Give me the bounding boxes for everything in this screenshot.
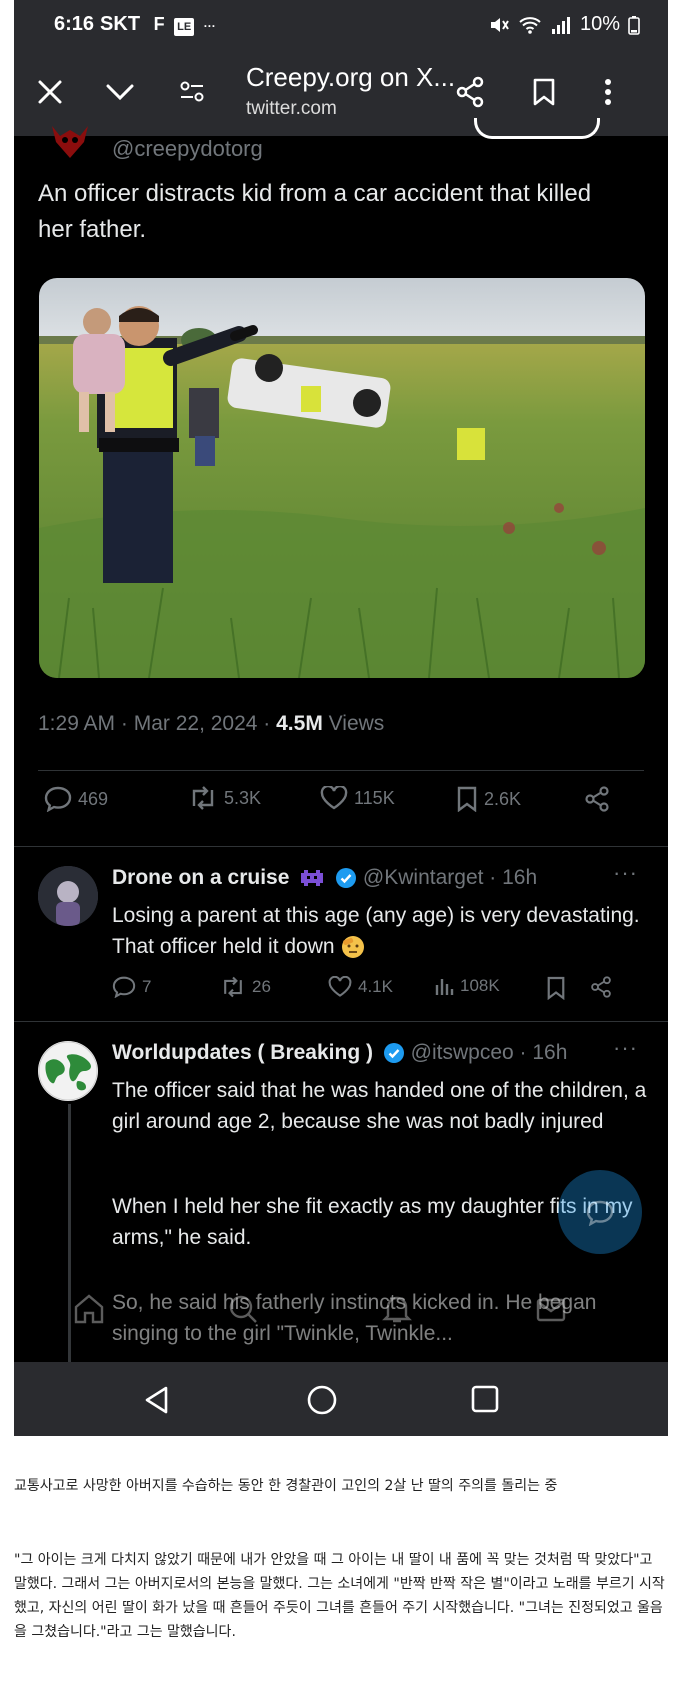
reply-reply-button[interactable]: 7 <box>112 976 151 998</box>
reply-tweet[interactable]: Drone on a cruise @Kwintarget · 16h ··· … <box>14 846 668 1021</box>
reply-retweet-button[interactable]: 26 <box>220 976 271 998</box>
reply-author-handle[interactable]: @itswpceo · 16h <box>411 1041 568 1064</box>
signal-icon <box>551 16 570 34</box>
collapse-button[interactable] <box>100 72 140 112</box>
caption-line-1: 교통사고로 사망한 아버지를 수습하는 동안 한 경찰관이 고인의 2살 난 딸… <box>14 1478 558 1494</box>
tweet-meta: 1:29 AM · Mar 22, 2024 · 4.5M Views <box>38 712 384 736</box>
recent-apps-icon[interactable] <box>470 1384 500 1414</box>
system-navigation-bar <box>14 1362 668 1436</box>
chevron-down-icon <box>106 84 134 101</box>
battery-icon <box>628 15 640 35</box>
more-menu-button[interactable] <box>588 72 628 112</box>
bookmark-icon <box>457 786 477 812</box>
status-carrier: SKT <box>100 13 141 35</box>
avatar[interactable] <box>38 1041 98 1101</box>
page-title[interactable]: Creepy.org on X... <box>246 62 455 93</box>
notifications-icon[interactable] <box>380 1292 414 1326</box>
alien-emoji-icon <box>301 870 324 887</box>
tweet-photo[interactable] <box>39 278 645 678</box>
retweet-count: 5.3K <box>224 787 262 808</box>
share-button[interactable] <box>450 72 490 112</box>
retweet-icon <box>224 976 242 998</box>
drone-avatar-image <box>38 866 98 926</box>
wifi-icon <box>519 16 541 34</box>
phone-screen: 6:16 SKT F LE ··· 10% Creepy.org on X... … <box>14 0 668 1436</box>
views-chart-icon <box>435 979 454 995</box>
divider <box>38 770 644 771</box>
tweet-text: An officer distracts kid from a car acci… <box>38 180 592 243</box>
bookmark-count: 2.6K <box>484 788 522 809</box>
battery-percent: 10% <box>579 13 620 35</box>
reply-text: Losing a parent at this age (any age) is… <box>112 904 640 958</box>
reply-actions: 7 26 4.1K 108K <box>112 976 652 1006</box>
reply-author-name[interactable]: Worldupdates ( Breaking ) <box>112 1041 373 1064</box>
reply-author-handle[interactable]: @Kwintarget · 16h <box>363 866 537 889</box>
creepy-avatar[interactable] <box>48 124 92 160</box>
home-circle-icon[interactable] <box>306 1384 338 1416</box>
messages-icon[interactable] <box>534 1292 568 1326</box>
compose-icon <box>586 1200 614 1226</box>
saluting-face-emoji-icon <box>342 936 365 959</box>
share-icon <box>456 76 484 108</box>
reply-retweet-count: 26 <box>252 977 271 996</box>
heart-icon <box>320 786 348 810</box>
home-icon[interactable] <box>72 1292 106 1326</box>
reply-author-name[interactable]: Drone on a cruise <box>112 866 289 889</box>
page-domain[interactable]: twitter.com <box>246 98 337 120</box>
more-vertical-icon <box>605 79 611 105</box>
tweet-timestamp[interactable]: 1:29 AM · Mar 22, 2024 · <box>38 712 276 735</box>
bookmark-tweet-button[interactable]: 2.6K <box>456 786 521 812</box>
like-button[interactable]: 115K <box>320 786 395 810</box>
share-tweet-button[interactable] <box>584 786 610 812</box>
site-settings-button[interactable] <box>172 72 212 112</box>
verified-badge-icon <box>383 1043 404 1064</box>
reply-more-button[interactable]: ··· <box>613 1035 638 1061</box>
caption-paragraph: "그 아이는 크게 다치지 않았기 때문에 내가 안았을 때 그 아이는 내 딸… <box>14 1552 665 1640</box>
share-icon <box>585 786 609 812</box>
tweet-actions: 469 5.3K 115K 2.6K <box>38 786 658 826</box>
status-time: 6:16 <box>54 13 95 35</box>
avatar[interactable] <box>38 866 98 926</box>
app-badge-icon: LE <box>174 18 195 36</box>
like-count: 115K <box>354 787 395 808</box>
x-bottom-nav <box>14 1280 668 1350</box>
bookmark-icon <box>547 976 565 1000</box>
retweet-button[interactable]: 5.3K <box>188 786 261 810</box>
bookmark-icon <box>533 78 555 106</box>
mute-icon <box>490 17 509 32</box>
reply-reply-count: 7 <box>142 977 152 996</box>
retweet-icon <box>192 786 214 810</box>
follow-button[interactable] <box>474 118 600 139</box>
bookmark-button[interactable] <box>524 72 564 112</box>
status-bar: 6:16 SKT F LE ··· 10% <box>14 0 668 48</box>
reply-icon <box>112 976 136 998</box>
app-notification-icon: F <box>153 14 165 34</box>
tweet-views-count: 4.5M <box>276 712 323 735</box>
heart-icon <box>328 976 352 997</box>
search-icon[interactable] <box>226 1292 260 1326</box>
reply-views-count: 108K <box>460 976 500 995</box>
reply-button[interactable]: 469 <box>44 786 108 812</box>
verified-badge-icon <box>336 868 357 889</box>
close-button[interactable] <box>30 72 70 112</box>
reply-share-button[interactable] <box>590 976 612 998</box>
reply-like-count: 4.1K <box>358 977 393 996</box>
reply-paragraph: The officer said that he was handed one … <box>112 1079 647 1133</box>
close-icon <box>38 80 62 104</box>
officer-holding-child-photo <box>39 278 645 678</box>
reply-count: 469 <box>78 788 109 809</box>
world-map-avatar-image <box>38 1041 98 1101</box>
tune-icon <box>180 81 204 102</box>
back-icon[interactable] <box>142 1384 172 1416</box>
reply-icon <box>44 786 72 812</box>
reply-more-button[interactable]: ··· <box>613 860 638 886</box>
share-icon <box>591 976 611 998</box>
reply-bookmark-button[interactable] <box>546 976 566 1000</box>
reply-views-button[interactable]: 108K <box>434 976 500 996</box>
tweet-views-label: Views <box>322 712 385 735</box>
reply-like-button[interactable]: 4.1K <box>328 976 393 998</box>
more-notifications-icon: ··· <box>203 19 216 33</box>
tweet-author-handle[interactable]: @creepydotorg <box>112 136 263 162</box>
